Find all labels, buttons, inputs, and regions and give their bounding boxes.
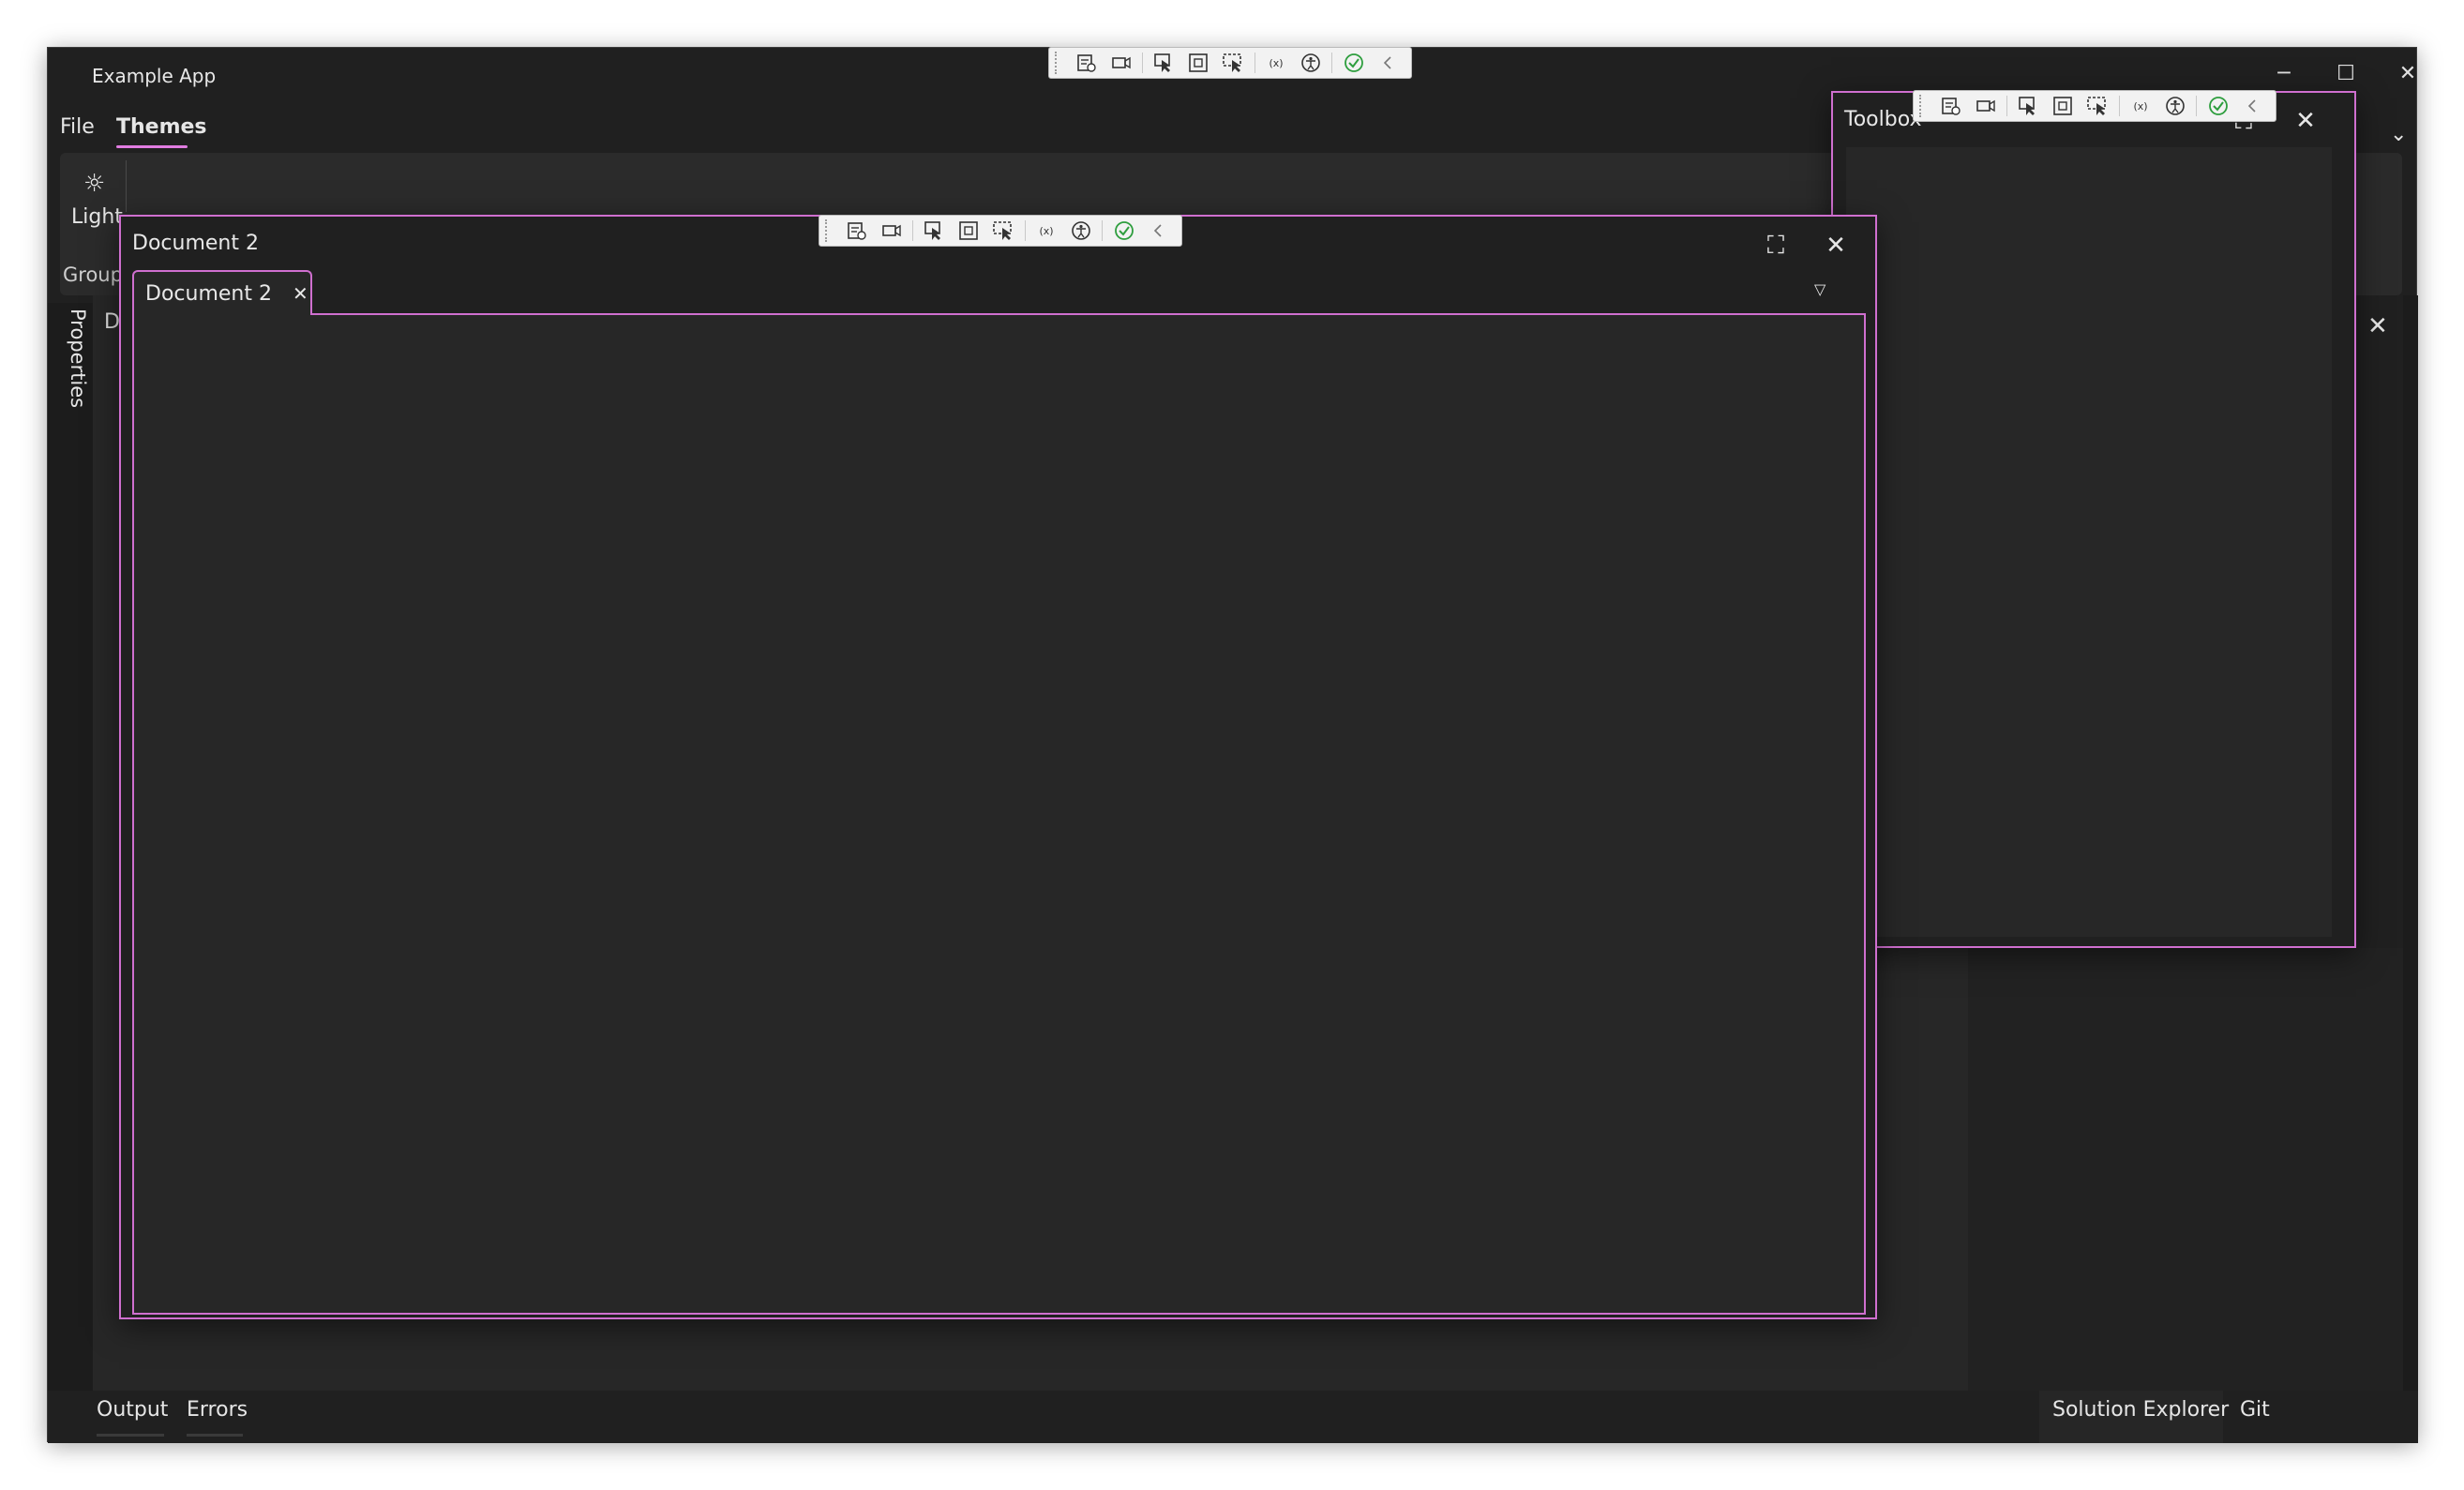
maximize-icon[interactable]: ⛶ [1756,226,1795,265]
track-focus-icon[interactable] [986,217,1021,245]
binding-failures-icon[interactable]: (x) [1259,49,1294,77]
toolbox-title: Toolbox [1844,108,1922,131]
tab-output-indicator [97,1434,164,1437]
document-2-window: Document 2 ⛶ ✕ Document 2 ✕ ▽ [119,215,1877,1319]
toolbox-window: Toolbox ⛶ ✕ [1831,91,2356,948]
tab-join [134,311,310,315]
display-layout-adorners-icon[interactable] [1181,49,1216,77]
debug-toolbar-toolbox: (x) [1913,90,2276,122]
tab-overflow-icon[interactable]: ▽ [1814,280,1825,298]
live-visual-tree-icon[interactable] [839,217,874,245]
active-menu-indicator [116,145,188,148]
record-icon[interactable] [874,217,909,245]
toolbox-content [1846,147,2332,937]
tab-label: Document 2 [145,281,272,306]
check-icon[interactable] [1336,49,1371,77]
live-visual-tree-icon[interactable] [1933,92,1968,120]
record-icon[interactable] [1104,49,1138,77]
window-title: Example App [92,65,217,87]
tab-solution-explorer[interactable]: Solution Explorer [2052,1398,2229,1422]
binding-failures-icon[interactable]: (x) [2124,92,2158,120]
tab-git[interactable]: Git [2240,1398,2270,1422]
light-theme-button[interactable]: Light [71,205,123,229]
select-element-icon[interactable] [1147,49,1181,77]
svg-text:(x): (x) [1039,225,1053,237]
select-element-icon[interactable] [917,217,952,245]
close-icon[interactable]: ✕ [1816,226,1856,265]
accessibility-icon[interactable] [2157,92,2192,120]
track-focus-icon[interactable] [1216,49,1251,77]
toolbar-grip[interactable] [1055,52,1063,74]
collapse-icon[interactable] [2235,92,2270,120]
record-icon[interactable] [1968,92,2003,120]
svg-text:(x): (x) [2133,100,2147,113]
binding-failures-icon[interactable]: (x) [1029,217,1064,245]
properties-tab-label: Properties [67,309,89,409]
track-focus-icon[interactable] [2081,92,2115,120]
display-layout-adorners-icon[interactable] [2046,92,2081,120]
debug-toolbar-main: (x) [1048,47,1412,79]
menu-themes[interactable]: Themes [116,115,207,139]
sun-icon[interactable]: ☼ [83,170,105,198]
close-icon: ✕ [2398,61,2417,85]
chevron-down-icon[interactable]: ⌄ [2390,123,2407,146]
toolbar-grip[interactable] [825,219,834,242]
minimize-button[interactable]: ─ [2253,52,2315,95]
left-side-strip [48,303,93,1391]
minimize-icon: ─ [2277,61,2291,85]
ribbon-group-label: Group [63,263,123,286]
close-icon[interactable]: ✕ [2287,102,2324,140]
accessibility-icon[interactable] [1063,217,1098,245]
ribbon-separator [126,160,127,212]
live-visual-tree-icon[interactable] [1069,49,1104,77]
tab-document-2[interactable]: Document 2 ✕ [132,270,312,315]
right-panel-area [1968,948,2403,1391]
check-icon[interactable] [2201,92,2235,120]
display-layout-adorners-icon[interactable] [952,217,986,245]
document-window-title: Document 2 [132,232,259,255]
collapse-icon[interactable] [1371,49,1405,77]
maximize-button[interactable]: ☐ [2315,52,2377,95]
menu-file[interactable]: File [60,115,95,139]
svg-text:(x): (x) [1269,57,1283,69]
debug-toolbar-document: (x) [819,215,1182,247]
toolbar-grip[interactable] [1919,95,1928,117]
maximize-icon: ☐ [2336,61,2355,85]
close-icon[interactable]: ✕ [2367,312,2388,340]
tab-errors-indicator [187,1434,243,1437]
close-icon[interactable]: ✕ [293,282,308,305]
tab-output[interactable]: Output [97,1398,168,1422]
close-button[interactable]: ✕ [2377,52,2439,95]
check-icon[interactable] [1106,217,1141,245]
document-content [132,313,1866,1315]
select-element-icon[interactable] [2011,92,2046,120]
right-side-strip [2403,295,2418,1391]
collapse-icon[interactable] [1141,217,1176,245]
tab-errors[interactable]: Errors [187,1398,248,1422]
background-document-tab[interactable]: D [104,310,120,334]
accessibility-icon[interactable] [1293,49,1328,77]
